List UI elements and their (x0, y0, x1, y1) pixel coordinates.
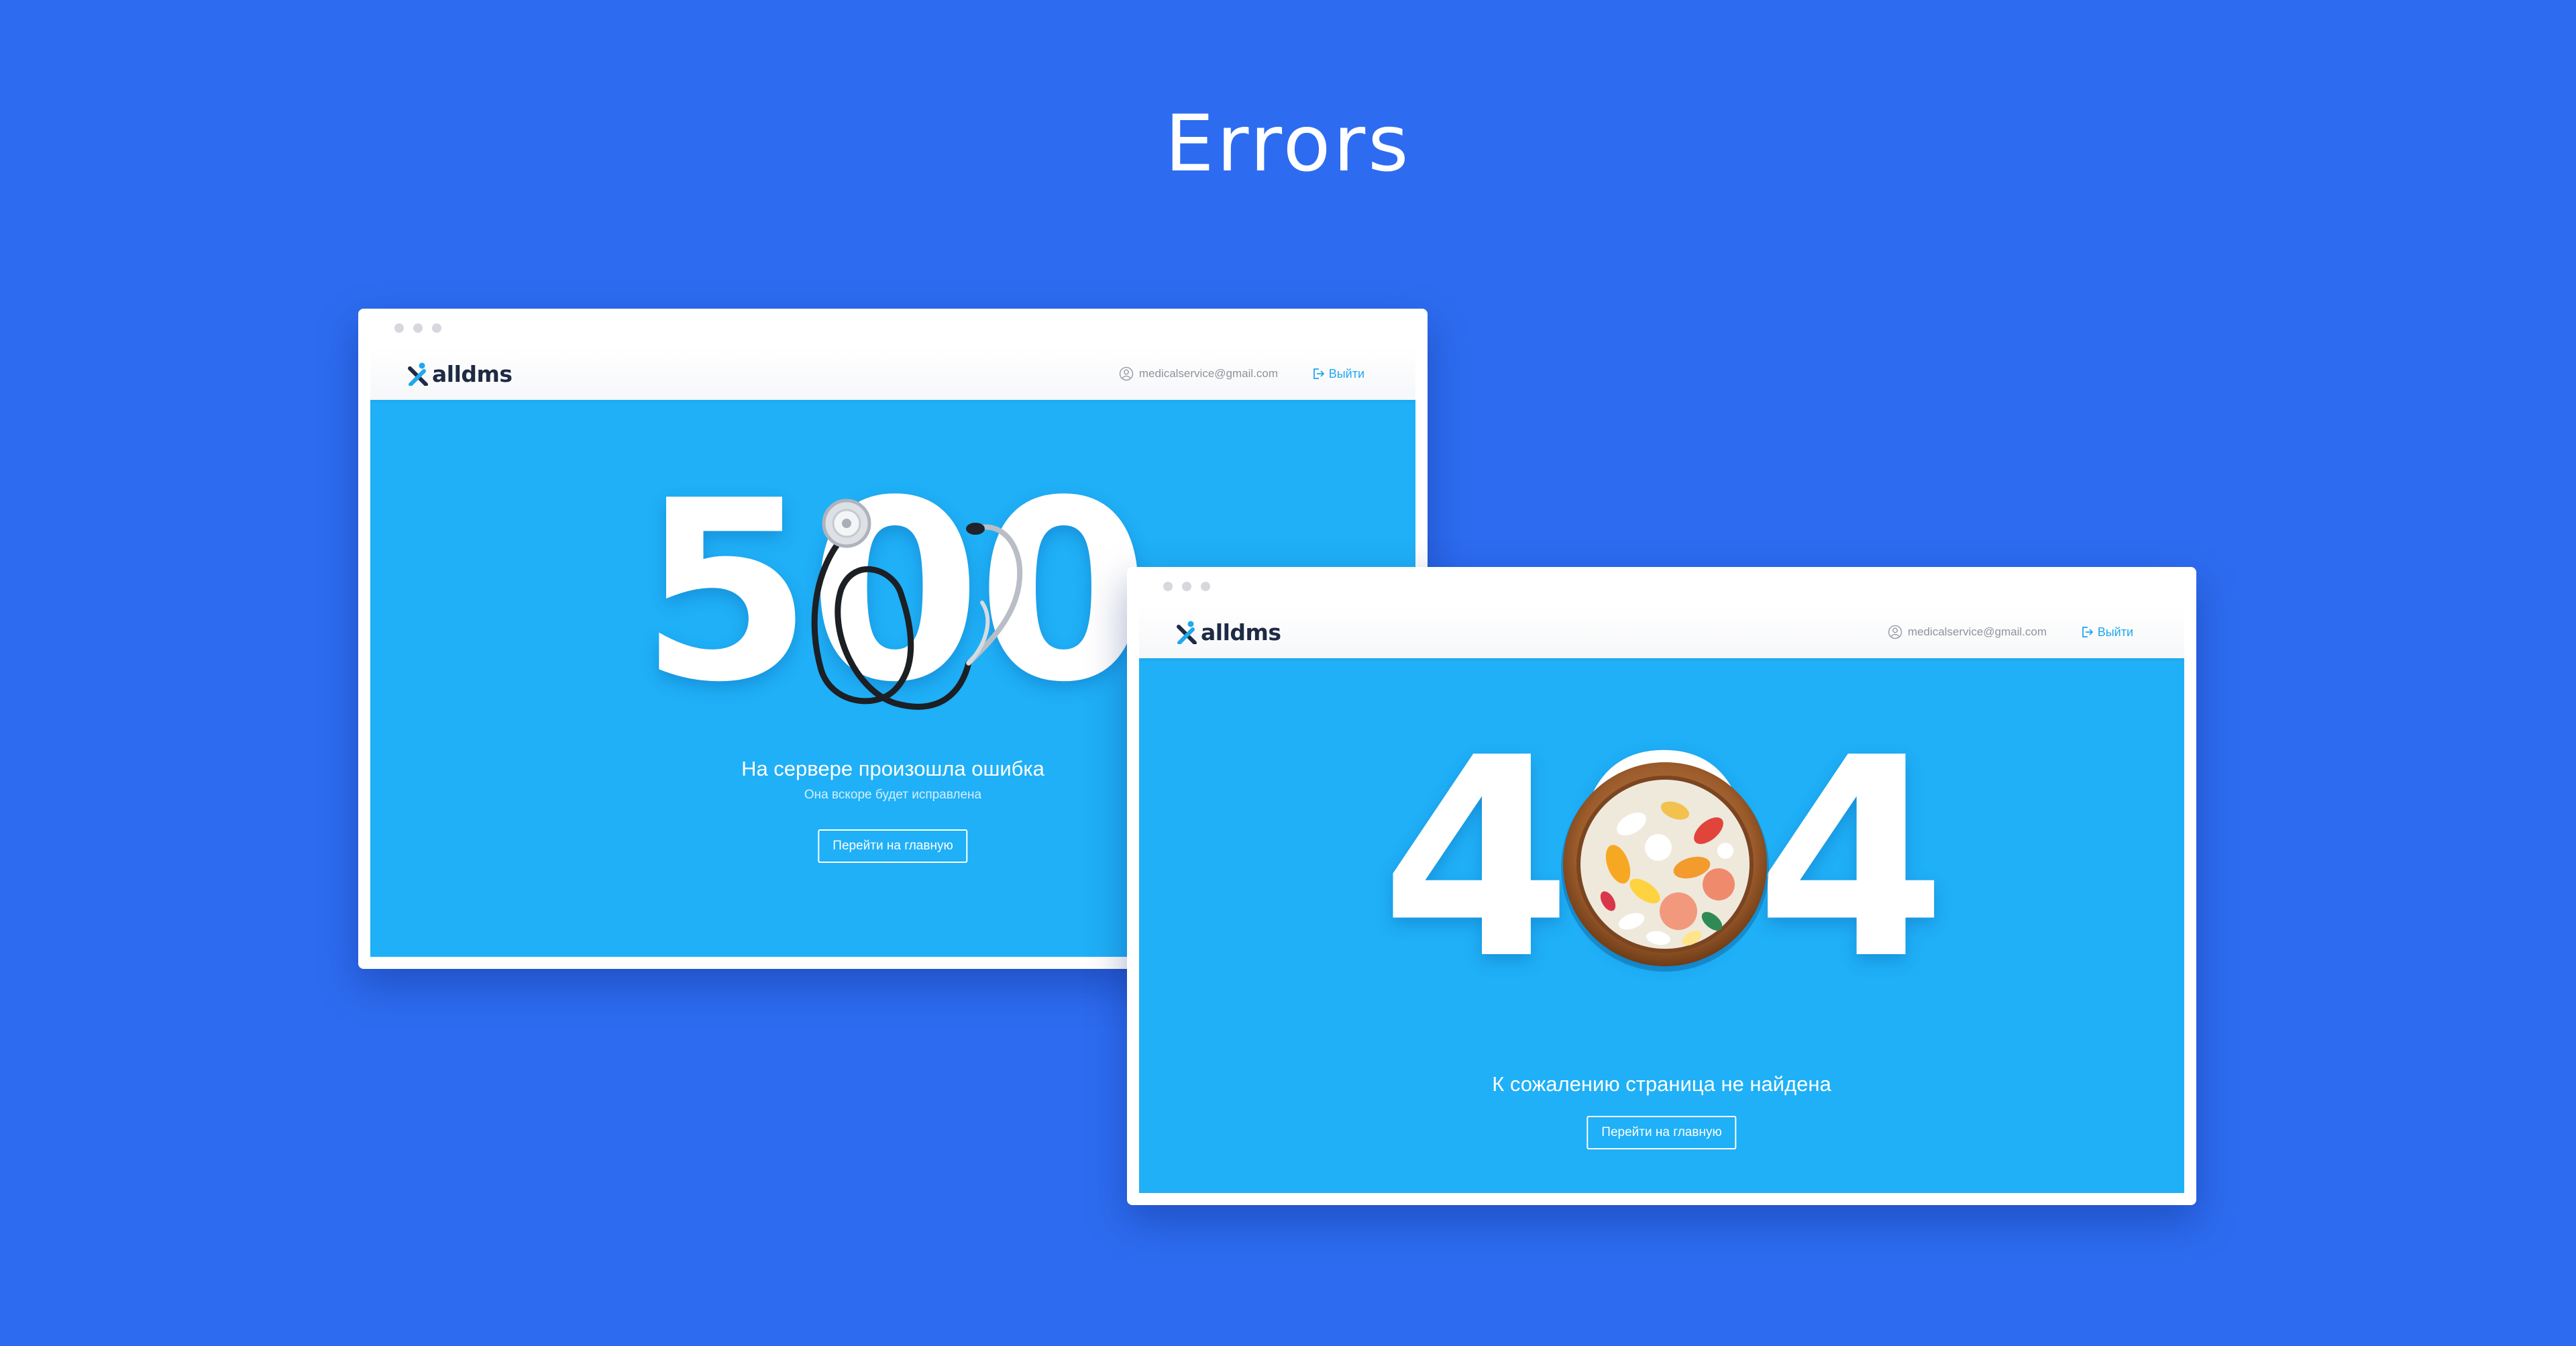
go-home-button[interactable]: Перейти на главную (1587, 1116, 1737, 1149)
logout-icon (1313, 368, 1324, 379)
pill-bowl-icon (1561, 762, 1769, 972)
logout-label: Выйти (1328, 366, 1364, 380)
logout-icon (2082, 627, 2093, 637)
window-dot-close[interactable] (394, 323, 404, 333)
app-header: alldms medicalservice@gmail.com Выйти (370, 348, 1415, 400)
user-account[interactable]: medicalservice@gmail.com (1888, 623, 2047, 641)
window-controls (1163, 582, 1210, 591)
window-dot-maximize[interactable] (432, 323, 441, 333)
window-dot-minimize[interactable] (413, 323, 423, 333)
window-controls (394, 323, 441, 333)
user-circle-icon (1888, 625, 1902, 639)
window-dot-minimize[interactable] (1182, 582, 1191, 591)
page-viewport: alldms medicalservice@gmail.com Выйти 40… (1139, 606, 2184, 1193)
app-header: alldms medicalservice@gmail.com Выйти (1139, 606, 2184, 658)
brand-logo[interactable]: alldms (408, 360, 513, 388)
user-circle-icon (1119, 366, 1134, 381)
logout-link[interactable]: Выйти (1311, 365, 1364, 382)
logout-link[interactable]: Выйти (2080, 623, 2133, 641)
user-email: medicalservice@gmail.com (1138, 367, 1278, 380)
page-title: Errors (1165, 99, 1411, 189)
person-x-logo-icon (408, 362, 428, 386)
browser-window-404: alldms medicalservice@gmail.com Выйти 40… (1127, 567, 2196, 1205)
user-email: medicalservice@gmail.com (1907, 625, 2047, 638)
stethoscope-icon (811, 499, 1023, 710)
person-x-logo-icon (1177, 621, 1197, 644)
brand-name: alldms (432, 360, 513, 387)
go-home-button[interactable]: Перейти на главную (818, 829, 968, 863)
window-dot-close[interactable] (1163, 582, 1173, 591)
brand-name: alldms (1201, 619, 1281, 645)
error-message: К сожалению страница не найдена (1492, 1072, 1831, 1096)
user-account[interactable]: medicalservice@gmail.com (1119, 365, 1278, 382)
brand-logo[interactable]: alldms (1177, 618, 1281, 646)
window-dot-maximize[interactable] (1201, 582, 1210, 591)
logout-label: Выйти (2097, 625, 2133, 639)
